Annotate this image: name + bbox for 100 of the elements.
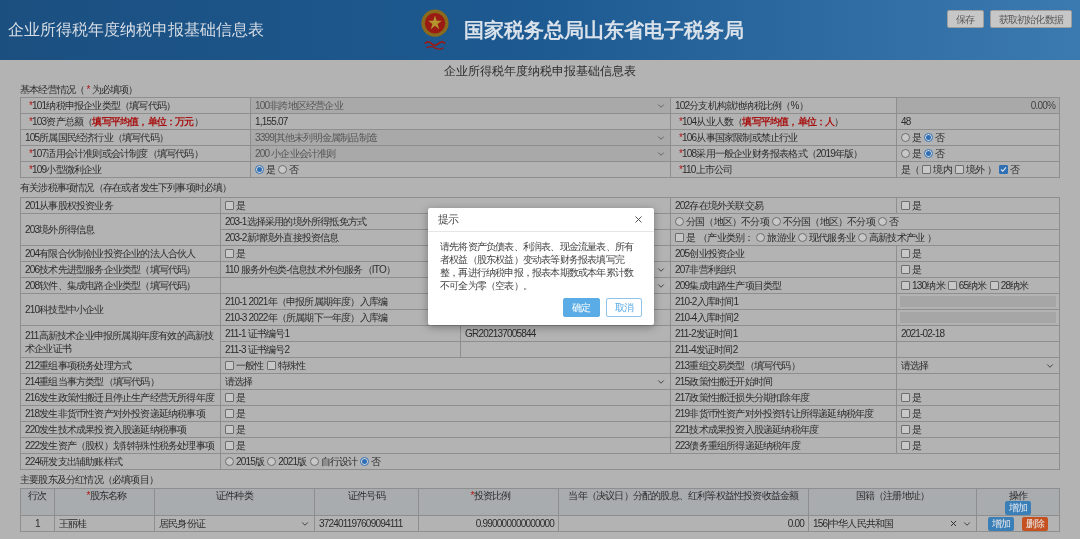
option-label: 否 (289, 163, 299, 177)
required-mark: * (678, 163, 683, 177)
option-label: 是 (236, 247, 246, 261)
field-label: 216发生政策性搬迁且停止生产经营无所得年度 (25, 391, 215, 405)
field-label: 101纳税申报企业类型（填写代码） (32, 99, 176, 113)
field-label: 211-1 证书编号1 (225, 327, 290, 341)
required-mark: * (85, 82, 91, 97)
field-label: 107适用会计准则或会计制度（填写代码） (32, 147, 203, 161)
option-label: 是 (266, 163, 276, 177)
required-mark: * (28, 163, 33, 177)
option-label: 一般性 (236, 359, 264, 373)
option-label: 是 (236, 391, 246, 405)
option-label: 是 (912, 263, 922, 277)
field-label: 218发生非货币性资产对外投资递延纳税事项 (25, 407, 205, 421)
option-label: 是 (236, 439, 246, 453)
row-number: 1 (35, 518, 40, 529)
option-label: 否 (935, 147, 945, 161)
option-label: 是 (236, 407, 246, 421)
field-label: 224研发支出辅助账样式 (25, 455, 123, 469)
option-label: 是 (912, 391, 922, 405)
field-label: 109小型微利企业 (32, 163, 102, 177)
option-label: 是 (686, 231, 696, 245)
field-label: 206技术先进型服务企业类型（填写代码） (25, 263, 196, 277)
column-header: 证件号码 (348, 490, 385, 501)
option-label: 是 (912, 147, 922, 161)
field-label: 110上市公司 (682, 163, 733, 177)
field-label: 211-2发证时间1 (675, 327, 738, 341)
option-label: 境内 (933, 163, 952, 177)
section-heading: 主要股东及分红情况（必填项目） (20, 472, 158, 487)
field-label: 211-3 证书编号2 (225, 343, 290, 357)
option-label: 是 (912, 247, 922, 261)
column-header: 国籍（注册地址） (855, 490, 930, 501)
site-name: 国家税务总局山东省电子税务局 (464, 18, 744, 43)
option-label: 否 (1010, 163, 1020, 177)
field-label: 103资产总额（填写平均值，单位：万元） (32, 115, 203, 129)
required-mark: * (28, 147, 33, 161)
option-label: 否 (888, 215, 899, 229)
option-label: 特殊性 (277, 359, 306, 373)
option-label: 现代服务业 (809, 231, 856, 245)
field-label: 204有限合伙制创业投资企业的法人合伙人 (25, 247, 196, 261)
field-label: 222发生资产（股权）划转特殊性税务处理事项 (25, 439, 215, 453)
section-heading: 基本经营情况（ (20, 82, 85, 97)
option-label: 2021版 (278, 455, 307, 469)
field-label: 209集成电路生产项目类型 (675, 279, 782, 293)
option-text: 是（ (901, 163, 920, 177)
field-label: 104从业人数（填写平均值，单位：人） (682, 115, 844, 129)
option-label: 65纳米 (958, 279, 987, 293)
field-label: 106从事国家限制或禁止行业 (682, 131, 798, 145)
field-label: 102分支机构就地纳税比例（%） (675, 99, 808, 113)
required-mark: * (678, 147, 683, 161)
option-label: 28纳米 (1000, 279, 1029, 293)
field-label: 202存在境外关联交易 (675, 199, 763, 213)
option-label: 是 (912, 439, 922, 453)
page-title: 企业所得税年度纳税申报基础信息表 (8, 21, 264, 38)
option-label: 不分国（地区）不分项 (782, 215, 875, 229)
column-header: 股东名称 (89, 490, 127, 501)
column-header: 操作 (1008, 490, 1028, 501)
option-text: ） (987, 163, 997, 177)
option-label: 否 (371, 455, 381, 469)
field-label: 212重组事项税务处理方式 (25, 359, 132, 373)
option-label: 否 (935, 131, 945, 145)
field-label: 203境外所得信息 (25, 223, 95, 236)
field-label: 210-4入库时间2 (675, 311, 739, 325)
field-label: 210-2入库时间1 (675, 295, 739, 309)
field-label: 217政策性搬迁损失分期扣除年度 (675, 391, 809, 405)
required-mark: * (85, 490, 90, 501)
option-label: 高新技术产业 (869, 231, 925, 245)
section-heading: 为必填项） (91, 82, 138, 97)
field-label: 108采用一般企业财务报表格式（2019年版） (682, 147, 863, 161)
option-label: 是 (912, 131, 922, 145)
option-label: 2015版 (236, 455, 265, 469)
option-label: 旅游业 (767, 231, 796, 245)
option-label: 是 (912, 423, 922, 437)
option-label: 是 (912, 199, 922, 213)
field-label: 211高新技术企业申报所属期年度有效的高新技术企业证书 (25, 328, 215, 355)
option-text: （产业类别： (698, 231, 754, 245)
field-label: 208软件、集成电路企业类型（填写代码） (25, 279, 196, 293)
field-label: 210科技型中小企业 (25, 303, 104, 316)
field-label: 207非营利组织 (675, 263, 736, 277)
column-header: 当年（决议日）分配的股息、红利等权益性投资收益金额 (568, 490, 799, 501)
form-title: 企业所得税年度纳税申报基础信息表 (444, 62, 636, 80)
required-mark: * (28, 115, 33, 129)
field-label: 210-3 2022年（所属期下一年度）入库编 (225, 311, 388, 325)
field-label: 203-2新增境外直接投资信息 (225, 231, 339, 245)
field-label: 211-4发证时间2 (675, 343, 738, 357)
option-text: ） (927, 231, 937, 245)
required-mark: * (28, 99, 33, 113)
field-label: 220发生技术成果投资入股递延纳税事项 (25, 423, 187, 437)
option-label: 是 (236, 423, 246, 437)
field-label: 205创业投资企业 (675, 247, 745, 261)
column-header: 行次 (28, 490, 47, 501)
option-label: 130纳米 (912, 279, 945, 293)
field-label: 210-1 2021年（申报所属期年度）入库编 (225, 295, 388, 309)
dialog-title: 提示 (438, 212, 459, 228)
column-header: 证件种类 (216, 490, 253, 501)
field-label: 221技术成果投资入股递延纳税年度 (675, 423, 819, 437)
field-label: 223债务重组所得递延纳税年度 (675, 439, 800, 453)
field-label: 203-1选择采用的境外所得抵免方式 (225, 215, 367, 229)
required-mark: * (678, 115, 683, 129)
field-label: 215政策性搬迁开始时间 (675, 375, 773, 389)
